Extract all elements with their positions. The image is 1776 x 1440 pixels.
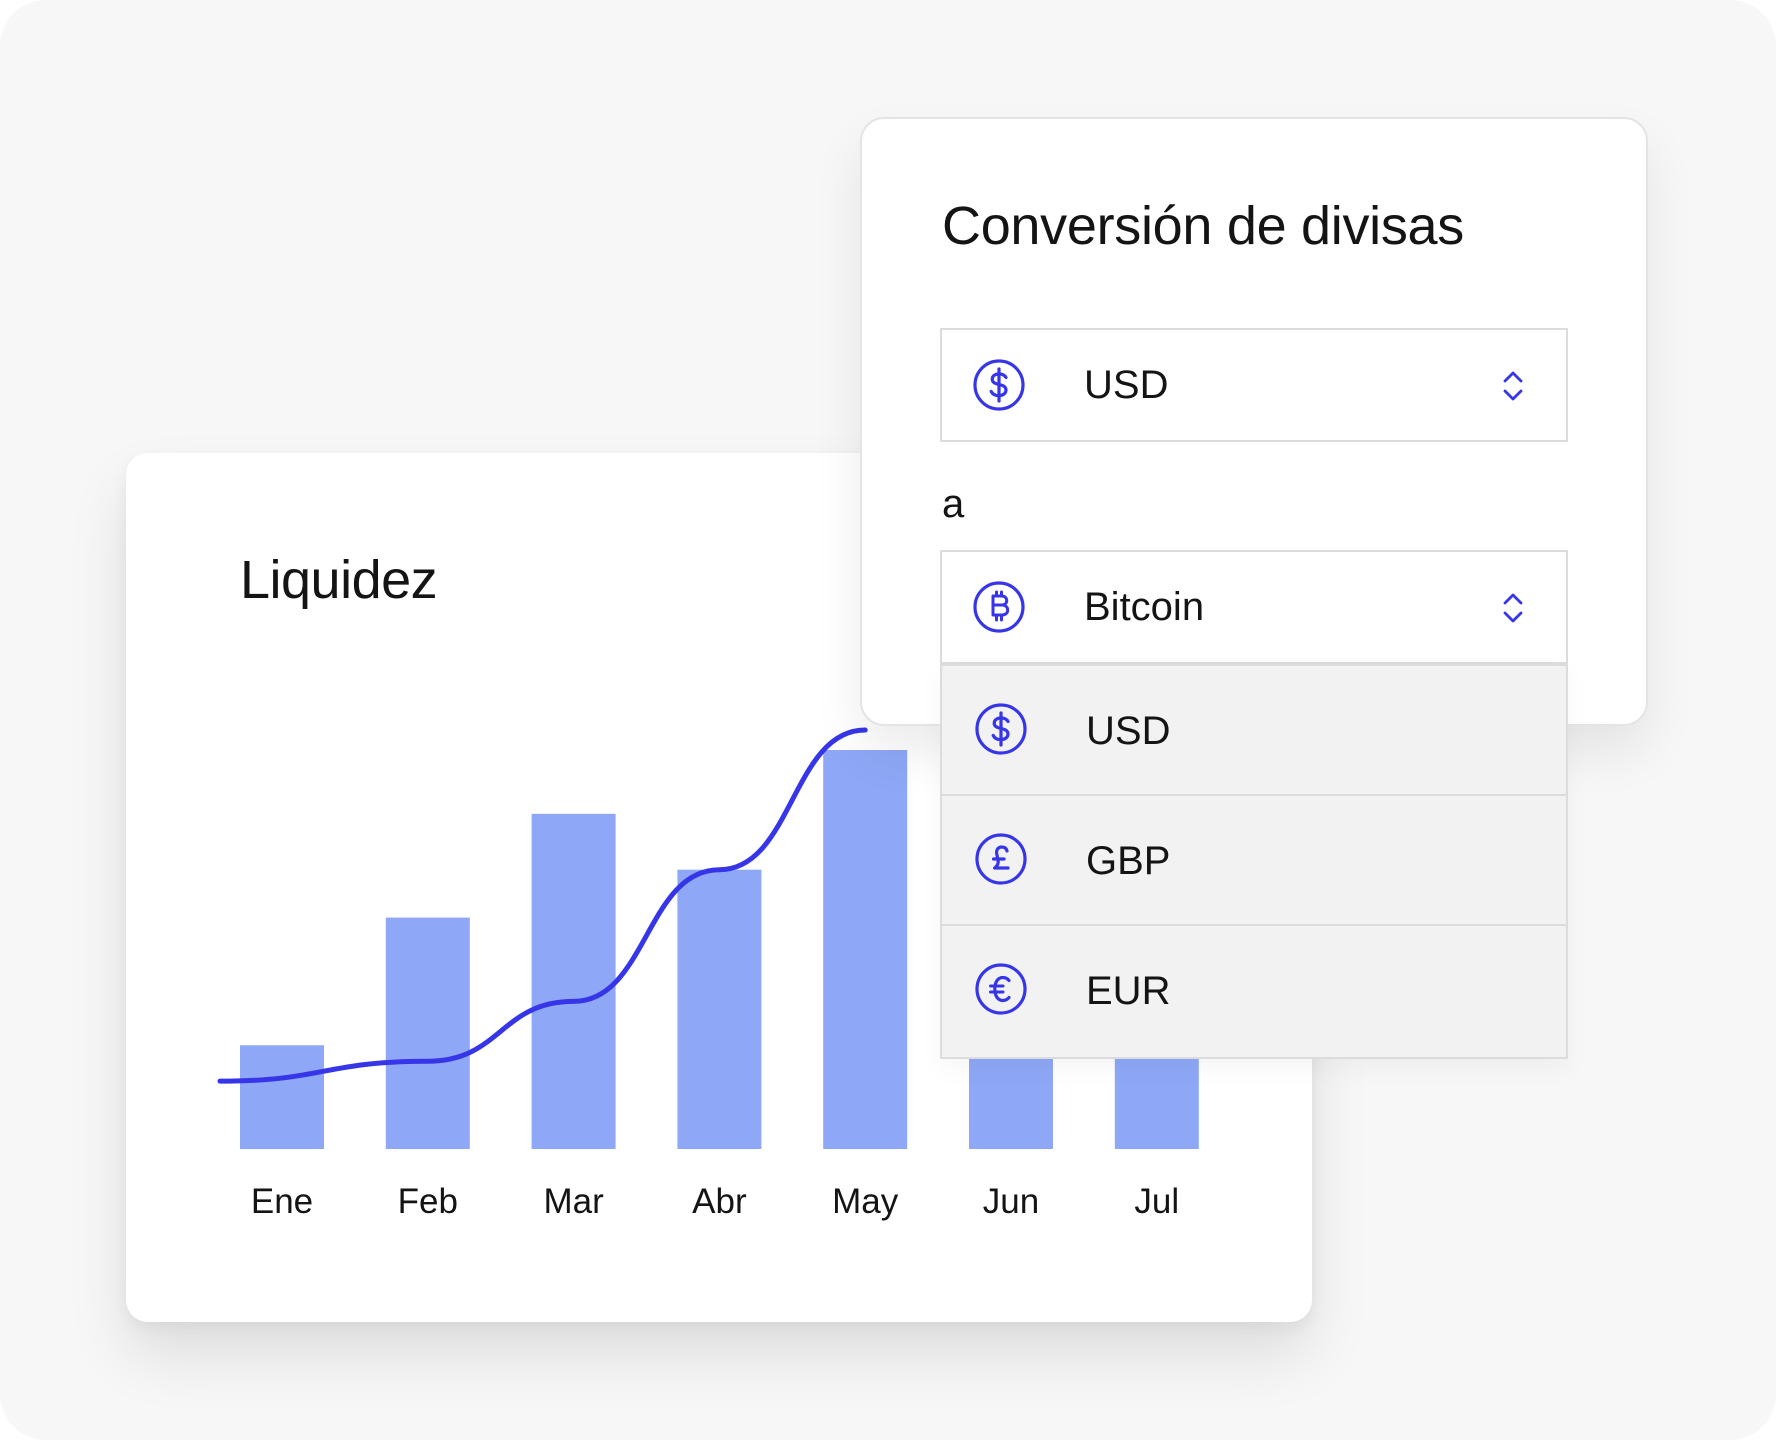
to-currency-select[interactable]: Bitcoin [940,550,1568,664]
bar-feb [385,917,470,1149]
to-label: a [942,482,965,526]
x-tick-label: Feb [398,1182,458,1221]
from-currency-select[interactable]: USD [940,328,1568,442]
to-currency-value: Bitcoin [1084,584,1205,629]
x-tick-label: Abr [692,1182,747,1221]
x-tick-label: Jun [983,1182,1039,1221]
euro-icon [975,963,1027,1015]
from-currency-value: USD [1084,362,1169,407]
bar-mar [531,813,616,1149]
dollar-icon [973,359,1025,411]
bar-abr [677,869,762,1149]
currency-dropdown-list: USD GBP EUR [940,664,1568,1059]
bar-jun [969,1045,1053,1149]
chevron-up-down-icon[interactable] [1500,369,1526,403]
conversion-title: Conversión de divisas [942,196,1464,256]
x-tick-label: Ene [251,1182,313,1221]
canvas: Liquidez Ene Feb Mar Abr May Jun Jul Conversió… [0,0,1776,1440]
x-tick-label: May [832,1182,899,1221]
dollar-icon [975,703,1027,755]
option-label: EUR [1086,968,1171,1013]
dropdown-option-gbp[interactable]: GBP [942,794,1566,924]
chevron-up-down-icon[interactable] [1500,591,1526,625]
option-label: USD [1086,708,1171,753]
x-tick-label: Mar [543,1182,604,1221]
bitcoin-icon [973,581,1025,633]
pound-icon [975,833,1027,885]
bar-jul [1114,1045,1199,1149]
dropdown-option-usd[interactable]: USD [942,664,1566,794]
bar-ene [240,1045,324,1149]
x-tick-label: Jul [1134,1182,1179,1221]
bar-may [823,750,908,1149]
dropdown-option-eur[interactable]: EUR [942,924,1566,1054]
option-label: GBP [1086,838,1171,883]
